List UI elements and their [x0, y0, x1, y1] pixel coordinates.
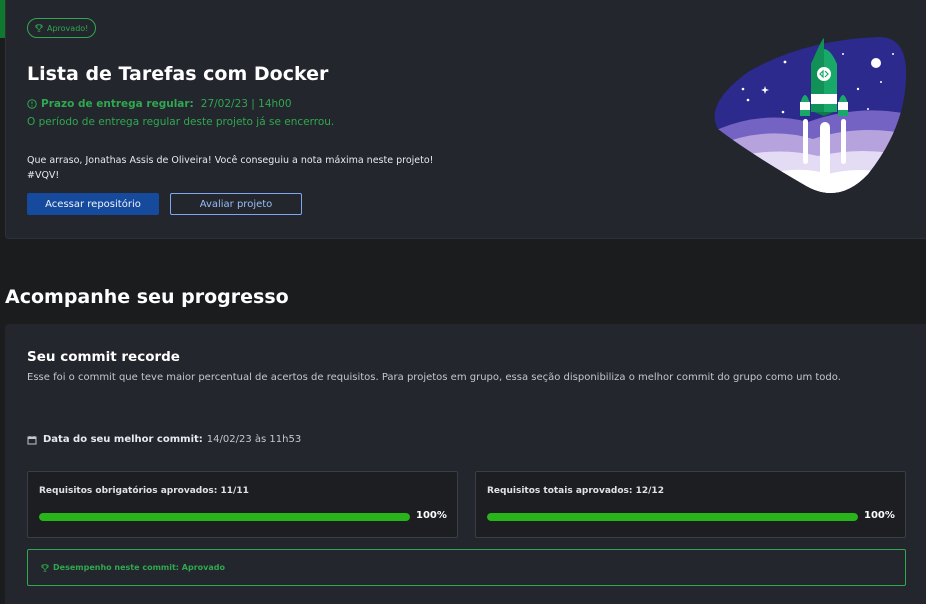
- approved-badge-label: Aprovado!: [47, 23, 89, 33]
- record-commit-description: Esse foi o commit que teve maior percent…: [27, 372, 841, 383]
- rocket-illustration: [714, 36, 907, 193]
- progress-section-title: Acompanhe seu progresso: [5, 286, 289, 308]
- deadline-row: Prazo de entrega regular: 27/02/23 | 14h…: [27, 98, 292, 110]
- deadline-value: 27/02/23 | 14h00: [200, 98, 292, 110]
- mandatory-progress-percent: 100%: [416, 510, 447, 521]
- clock-icon: [27, 99, 37, 109]
- total-progress-bar: [487, 513, 858, 521]
- access-repository-button[interactable]: Acessar repositório: [27, 193, 159, 215]
- total-requirements-label: Requisitos totais aprovados: 12/12: [487, 486, 664, 496]
- total-requirements-box: Requisitos totais aprovados: 12/12 100%: [475, 471, 906, 538]
- deadline-label: Prazo de entrega regular:: [41, 98, 194, 110]
- mandatory-progress-fill: [39, 513, 410, 521]
- total-progress-fill: [487, 513, 858, 521]
- approved-badge: Aprovado!: [27, 18, 97, 38]
- congrats-hashtag: #VQV!: [27, 170, 60, 181]
- total-progress-percent: 100%: [864, 510, 895, 521]
- mandatory-progress-bar: [39, 513, 410, 521]
- project-card: Aprovado! Lista de Tarefas com Docker Pr…: [5, 0, 926, 239]
- mandatory-requirements-label: Requisitos obrigatórios aprovados: 11/11: [39, 486, 249, 496]
- calendar-icon: [27, 435, 37, 444]
- project-title: Lista de Tarefas com Docker: [27, 63, 329, 85]
- record-commit-title: Seu commit recorde: [27, 349, 180, 365]
- progress-card: Seu commit recorde Esse foi o commit que…: [5, 324, 926, 604]
- best-commit-date-value: 14/02/23 às 11h53: [206, 434, 302, 445]
- deadline-note: O período de entrega regular deste proje…: [27, 116, 335, 128]
- best-commit-date: Data do seu melhor commit: 14/02/23 às 1…: [27, 434, 301, 445]
- congrats-message: Que arraso, Jonathas Assis de Oliveira! …: [27, 153, 447, 183]
- commit-performance-banner: Desempenho neste commit: Aprovado: [27, 549, 906, 586]
- mandatory-requirements-box: Requisitos obrigatórios aprovados: 11/11…: [27, 471, 458, 538]
- rate-project-button[interactable]: Avaliar projeto: [170, 193, 302, 215]
- trophy-icon: [41, 563, 49, 572]
- best-commit-date-label: Data do seu melhor commit:: [43, 434, 203, 445]
- congrats-line: Que arraso, Jonathas Assis de Oliveira! …: [27, 155, 434, 166]
- commit-performance-text: Desempenho neste commit: Aprovado: [53, 563, 225, 572]
- trophy-icon: [35, 24, 43, 32]
